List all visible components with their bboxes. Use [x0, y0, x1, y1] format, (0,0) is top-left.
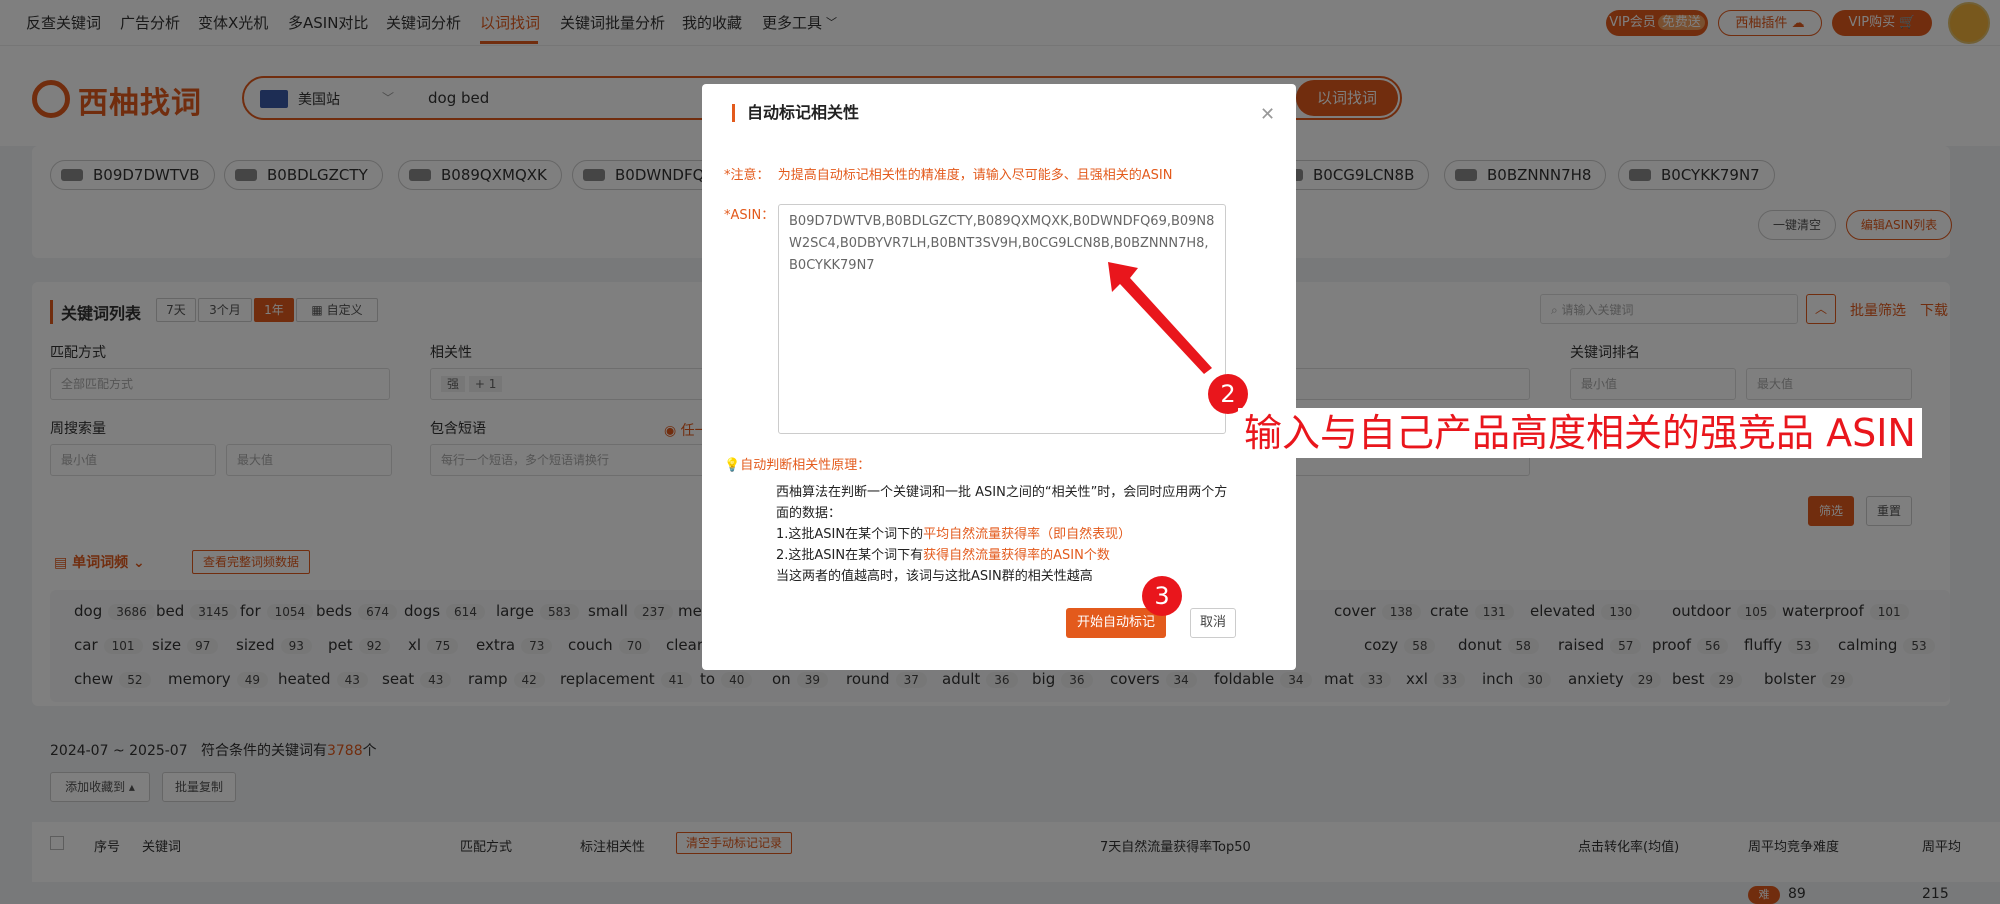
callout-text: 输入与自己产品高度相关的强竞品 ASIN: [1238, 408, 1922, 458]
arrow-icon: [1108, 262, 1212, 374]
step-badge-3: 3: [1142, 576, 1182, 616]
